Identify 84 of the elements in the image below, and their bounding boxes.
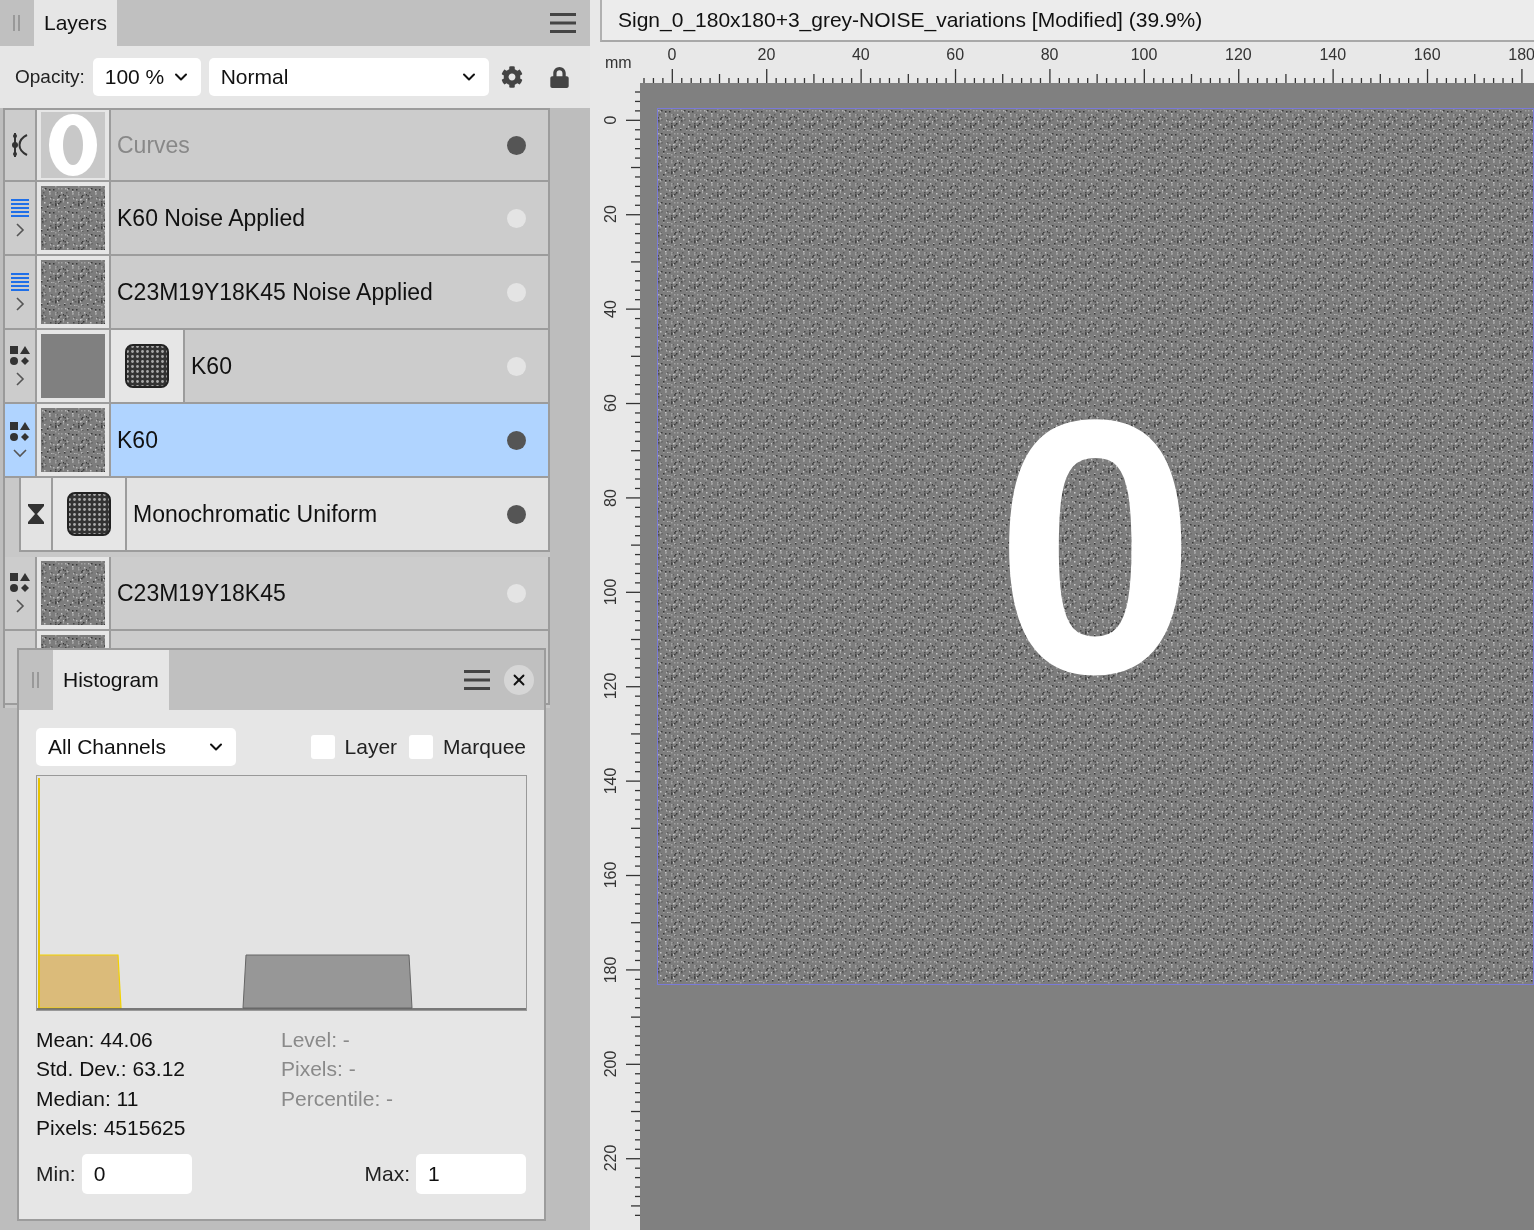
- max-field[interactable]: 1: [416, 1154, 526, 1195]
- ruler-label: 20: [757, 46, 776, 64]
- visibility-dot[interactable]: [507, 282, 526, 302]
- cursor-statistic-text: Percentile: -: [281, 1085, 395, 1112]
- ruler-label: 180: [602, 956, 620, 983]
- ruler-label: 120: [1225, 46, 1252, 64]
- lines-icon: [11, 273, 29, 291]
- ruler-unit: mm: [604, 53, 633, 73]
- layer-row[interactable]: K60 Noise Applied: [5, 182, 550, 256]
- chevron-right-icon[interactable]: [15, 297, 25, 311]
- layer-row[interactable]: Monochromatic Uniform: [19, 478, 550, 552]
- cursor-statistic-text: Level: -: [281, 1027, 351, 1053]
- ruler-label: 60: [946, 46, 965, 64]
- grip-icon[interactable]: [13, 15, 21, 31]
- chevron-down-icon[interactable]: [13, 448, 27, 458]
- visibility-dot[interactable]: [507, 583, 526, 603]
- channel-dropdown[interactable]: All Channels: [36, 727, 236, 766]
- settings-icon[interactable]: [500, 66, 523, 88]
- close-button[interactable]: [504, 665, 534, 695]
- min-field[interactable]: 0: [81, 1154, 192, 1195]
- ruler-label: 160: [1413, 46, 1441, 64]
- layer-name: C23M19Y18K45: [116, 578, 287, 608]
- chevron-right-icon[interactable]: [15, 372, 25, 386]
- ruler-label: 160: [602, 861, 620, 889]
- shapes-icon: [10, 422, 30, 442]
- layer-row[interactable]: K60: [5, 330, 550, 404]
- ruler-label: 220: [602, 1145, 620, 1172]
- ruler-label: 100: [1130, 46, 1158, 64]
- checkbox[interactable]: [409, 734, 434, 759]
- ruler-label: 0: [667, 46, 677, 64]
- statistic-text: Std. Dev.: 63.12: [36, 1056, 187, 1083]
- lock-icon[interactable]: [548, 66, 570, 88]
- ruler-label: 120: [602, 673, 620, 700]
- curves-icon: [11, 132, 29, 158]
- ruler-label: 20: [602, 205, 620, 224]
- layer-row[interactable]: K60: [5, 404, 550, 478]
- cursor-statistic-text: Pixels: -: [281, 1056, 357, 1083]
- blend-mode-dropdown[interactable]: Normal: [208, 58, 489, 96]
- ruler-label: 80: [1040, 46, 1059, 64]
- opacity-label: Opacity:: [15, 66, 85, 88]
- histogram-tab[interactable]: Histogram: [53, 650, 169, 710]
- ruler-label: 80: [602, 488, 620, 507]
- layer-name: Monochromatic Uniform: [132, 499, 379, 529]
- hourglass-icon: [28, 504, 44, 524]
- ruler-label: 140: [1319, 46, 1347, 64]
- layer-name: C23M19Y18K45 Noise Applied: [116, 277, 434, 307]
- chevron-right-icon[interactable]: [15, 599, 25, 613]
- min-label: Min:: [36, 1162, 76, 1187]
- statistic-text: Mean: 44.06: [36, 1027, 154, 1053]
- ruler-label: 100: [602, 578, 620, 606]
- layer-name: K60: [190, 351, 233, 381]
- lines-icon: [11, 199, 29, 217]
- layers-tab[interactable]: Layers: [34, 0, 118, 46]
- visibility-dot[interactable]: [507, 430, 526, 450]
- visibility-dot[interactable]: [507, 504, 526, 524]
- layer-row[interactable]: C23M19Y18K45 Noise Applied: [5, 256, 550, 330]
- statistic-text: Pixels: 4515625: [36, 1114, 187, 1141]
- statistic-text: Median: 11: [36, 1085, 140, 1112]
- max-label: Max:: [364, 1162, 410, 1187]
- checkbox[interactable]: [310, 734, 335, 759]
- layer-name: Curves: [116, 130, 191, 160]
- layer-name: K60 Noise Applied: [116, 203, 306, 233]
- ruler-label: 40: [602, 299, 620, 318]
- visibility-dot[interactable]: [507, 356, 526, 376]
- ruler-label: 180: [1508, 46, 1534, 64]
- ruler-label: 40: [851, 46, 870, 64]
- shapes-icon: [10, 346, 30, 366]
- chevron-right-icon[interactable]: [15, 223, 25, 237]
- opacity-dropdown[interactable]: 100 %: [92, 58, 201, 96]
- ruler-label: 200: [602, 1050, 620, 1078]
- ruler-label: 140: [602, 767, 620, 795]
- document-glyph: 0: [994, 365, 1197, 728]
- menu-icon[interactable]: [550, 12, 576, 34]
- document-title: Sign_0_180x180+3_grey-NOISE_variations [Modified] (39.9%): [600, 0, 1534, 42]
- ruler-label: 0: [602, 115, 620, 125]
- layer-row[interactable]: C23M19Y18K45: [5, 557, 550, 631]
- visibility-dot[interactable]: [507, 208, 526, 228]
- menu-icon[interactable]: [464, 669, 490, 691]
- ruler-label: 60: [602, 394, 620, 413]
- checkbox-label: Layer: [344, 734, 398, 759]
- layer-name: K60: [116, 425, 159, 455]
- grip-icon[interactable]: [32, 672, 40, 688]
- checkbox-label: Marquee: [443, 734, 526, 759]
- shapes-icon: [10, 573, 30, 593]
